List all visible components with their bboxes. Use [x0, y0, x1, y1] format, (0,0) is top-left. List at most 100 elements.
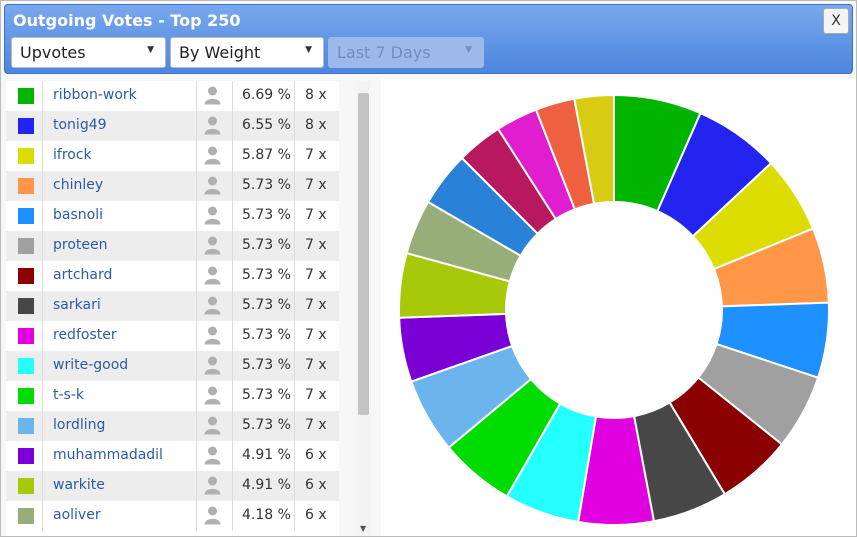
voter-name-link[interactable]: basnoli — [53, 201, 103, 231]
voter-name-link[interactable]: write-good — [53, 351, 128, 381]
divider — [42, 351, 43, 381]
voter-name-link[interactable]: proteen — [53, 231, 108, 261]
list-item[interactable]: basnoli 5.73 % 7 x — [6, 201, 339, 231]
vote-percentage: 6.69 % — [242, 87, 291, 103]
vote-percentage: 5.73 % — [242, 417, 291, 433]
user-icon[interactable] — [204, 385, 221, 405]
voter-name-link[interactable]: sarkari — [53, 291, 101, 321]
vote-count: 7 x — [305, 417, 327, 433]
vote-percentage: 4.91 % — [242, 447, 291, 463]
list-item[interactable]: artchard 5.73 % 7 x — [6, 261, 339, 291]
color-swatch — [18, 208, 34, 224]
user-icon[interactable] — [204, 205, 221, 225]
divider — [232, 141, 233, 171]
voter-name-link[interactable]: artchard — [53, 261, 112, 291]
list-item[interactable]: ribbon-work 6.69 % 8 x — [6, 81, 339, 111]
voter-name-link[interactable]: tonig49 — [53, 111, 107, 141]
user-icon[interactable] — [204, 175, 221, 195]
list-item[interactable]: aoliver 4.18 % 6 x — [6, 501, 339, 531]
divider — [232, 471, 233, 501]
vote-count: 7 x — [305, 207, 327, 223]
user-icon[interactable] — [204, 145, 221, 165]
voter-name-link[interactable]: lordling — [53, 411, 105, 441]
vote-type-select[interactable]: Upvotes ▼ — [11, 37, 166, 68]
divider — [42, 321, 43, 351]
voter-list: ribbon-work 6.69 % 8 x tonig49 6.55 % 8 x ifro… — [6, 81, 339, 536]
voter-name-link[interactable]: chinley — [53, 171, 103, 201]
user-icon[interactable] — [204, 265, 221, 285]
user-icon[interactable] — [204, 475, 221, 495]
vote-count: 7 x — [305, 297, 327, 313]
list-item[interactable]: chinley 5.73 % 7 x — [6, 171, 339, 201]
vote-type-value: Upvotes — [20, 43, 86, 62]
divider — [42, 471, 43, 501]
list-item[interactable]: write-good 5.73 % 7 x — [6, 351, 339, 381]
divider — [196, 111, 197, 141]
color-swatch — [18, 478, 34, 494]
vote-percentage: 5.87 % — [242, 147, 291, 163]
voter-name-link[interactable]: t-s-k — [53, 381, 84, 411]
divider — [42, 81, 43, 111]
user-icon[interactable] — [204, 115, 221, 135]
divider — [196, 381, 197, 411]
divider — [196, 171, 197, 201]
list-scrollbar[interactable]: ▼ — [356, 81, 371, 536]
user-icon[interactable] — [204, 505, 221, 525]
user-icon[interactable] — [204, 295, 221, 315]
user-icon[interactable] — [204, 235, 221, 255]
divider — [196, 321, 197, 351]
divider — [42, 411, 43, 441]
voter-name-link[interactable]: muhammadadil — [53, 441, 163, 471]
scrollbar-thumb[interactable] — [358, 93, 369, 415]
list-item[interactable]: redfoster 5.73 % 7 x — [6, 321, 339, 351]
divider — [232, 441, 233, 471]
divider — [196, 471, 197, 501]
list-item[interactable]: proteen 5.73 % 7 x — [6, 231, 339, 261]
sort-value: By Weight — [179, 43, 261, 62]
divider — [42, 111, 43, 141]
chevron-down-icon: ▼ — [465, 45, 472, 55]
vote-percentage: 4.18 % — [242, 507, 291, 523]
divider — [196, 231, 197, 261]
divider — [294, 81, 295, 111]
vote-percentage: 5.73 % — [242, 207, 291, 223]
close-button[interactable]: X — [823, 8, 849, 34]
divider — [196, 291, 197, 321]
divider — [42, 171, 43, 201]
vote-count: 7 x — [305, 327, 327, 343]
divider — [294, 111, 295, 141]
vote-percentage: 5.73 % — [242, 357, 291, 373]
user-icon[interactable] — [204, 85, 221, 105]
list-item[interactable]: sarkari 5.73 % 7 x — [6, 291, 339, 321]
dialog-header[interactable]: Outgoing Votes - Top 250 X Upvotes ▼ By … — [4, 4, 853, 74]
voter-name-link[interactable]: redfoster — [53, 321, 117, 351]
voter-name-link[interactable]: ribbon-work — [53, 81, 137, 111]
user-icon[interactable] — [204, 445, 221, 465]
list-item[interactable]: muhammadadil 4.91 % 6 x — [6, 441, 339, 471]
divider — [42, 141, 43, 171]
divider — [232, 261, 233, 291]
user-icon[interactable] — [204, 415, 221, 435]
voter-name-link[interactable]: warkite — [53, 471, 105, 501]
divider — [196, 411, 197, 441]
vote-count: 8 x — [305, 117, 327, 133]
divider — [294, 411, 295, 441]
divider — [232, 171, 233, 201]
divider — [294, 471, 295, 501]
color-swatch — [18, 88, 34, 104]
voter-name-link[interactable]: ifrock — [53, 141, 92, 171]
list-item[interactable]: lordling 5.73 % 7 x — [6, 411, 339, 441]
vote-count: 8 x — [305, 87, 327, 103]
list-item[interactable]: ifrock 5.87 % 7 x — [6, 141, 339, 171]
vote-percentage: 4.91 % — [242, 477, 291, 493]
user-icon[interactable] — [204, 325, 221, 345]
scroll-down-arrow-icon[interactable]: ▼ — [360, 524, 366, 533]
vote-count: 7 x — [305, 237, 327, 253]
list-item[interactable]: tonig49 6.55 % 8 x — [6, 111, 339, 141]
sort-select[interactable]: By Weight ▼ — [170, 37, 324, 68]
list-item[interactable]: t-s-k 5.73 % 7 x — [6, 381, 339, 411]
list-item[interactable]: warkite 4.91 % 6 x — [6, 471, 339, 501]
period-select: Last 7 Days ▼ — [328, 37, 484, 68]
voter-name-link[interactable]: aoliver — [53, 501, 101, 531]
user-icon[interactable] — [204, 355, 221, 375]
